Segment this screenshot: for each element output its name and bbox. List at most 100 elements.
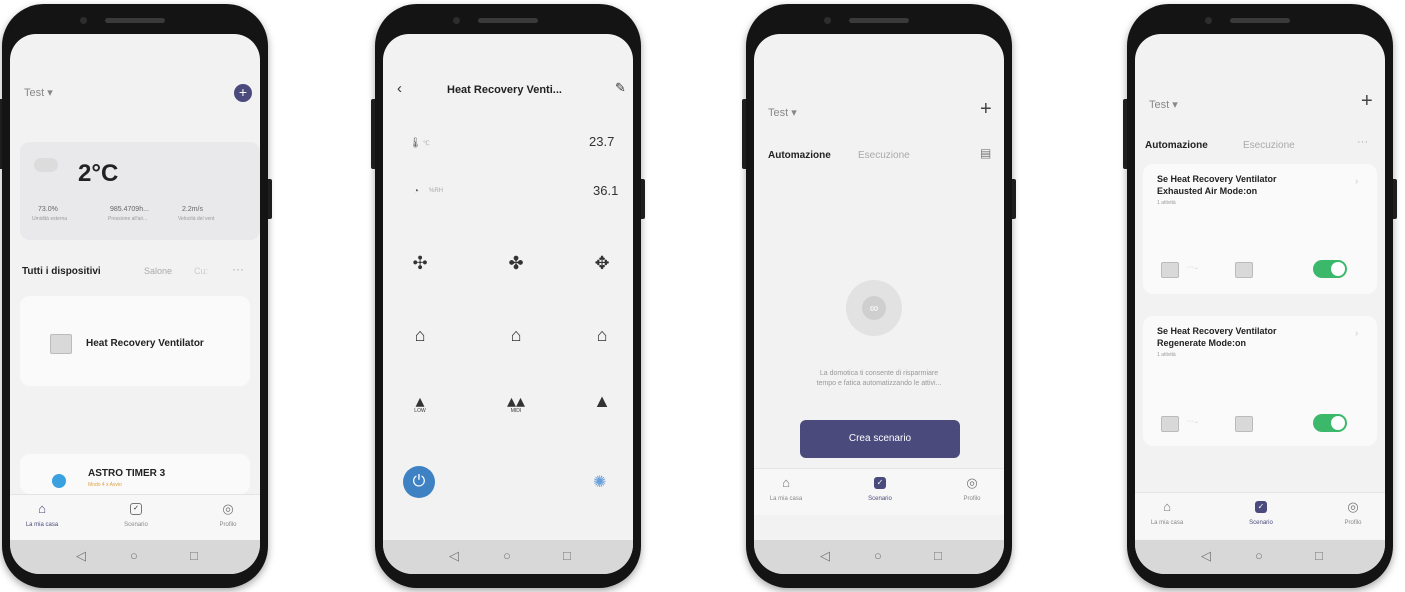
bottom-tab-bar: ⌂ La mia casa ✓ Scenario ◎ Profilo bbox=[754, 468, 1004, 515]
device-thumbnail bbox=[50, 334, 72, 354]
front-camera bbox=[824, 17, 831, 24]
device-title: Heat Recovery Venti... bbox=[447, 84, 562, 96]
tab-all-devices[interactable]: Tutti i dispositivi bbox=[22, 266, 101, 277]
speed-high-icon[interactable]: ▲ bbox=[589, 388, 615, 414]
speed-low-icon[interactable]: ▴ LOW bbox=[407, 388, 433, 414]
system-nav-bar: ◁ ○ □ bbox=[10, 540, 260, 574]
nav-label: Profilo bbox=[963, 496, 981, 502]
temp-unit: ℃ bbox=[423, 141, 430, 147]
system-nav-bar: ◁ ○ □ bbox=[383, 540, 633, 574]
nav-profile[interactable]: ◎ Profilo bbox=[942, 469, 1002, 515]
home-nav-icon[interactable]: ○ bbox=[1255, 548, 1263, 563]
settings-sun-icon[interactable]: ✺ bbox=[593, 472, 606, 492]
device-card-timer[interactable]: ASTRO TIMER 3 Modo 4 x Avvio bbox=[20, 454, 250, 494]
screen-scenario-empty: Test ▾ + Automazione Esecuzione ▤ ∞ La d… bbox=[754, 34, 1004, 574]
humidity-label: Umidità esterna bbox=[32, 216, 68, 222]
humidity-value: 36.1 bbox=[593, 183, 619, 198]
tab-salone[interactable]: Salone bbox=[144, 266, 172, 276]
document-icon[interactable]: ▤ bbox=[980, 146, 991, 160]
edit-icon[interactable]: ✎ bbox=[615, 80, 626, 96]
house-exhaust-icon[interactable]: ⌂ bbox=[407, 322, 433, 348]
rule-title-2: Exhausted Air Mode:on bbox=[1157, 186, 1258, 196]
tab-automazione[interactable]: Automazione bbox=[1145, 140, 1208, 151]
temp-value: 23.7 bbox=[589, 134, 615, 149]
recents-nav-icon[interactable]: □ bbox=[934, 548, 942, 563]
create-scenario-button[interactable]: Crea scenario bbox=[800, 420, 960, 458]
temperature: 2°C bbox=[78, 160, 119, 187]
nav-scenario[interactable]: ✓ Scenario bbox=[850, 469, 910, 515]
rule-title-2: Regenerate Mode:on bbox=[1157, 338, 1247, 348]
nav-home[interactable]: ⌂ La mia casa bbox=[1137, 493, 1197, 539]
more-icon[interactable]: ··· bbox=[1357, 136, 1368, 148]
nav-profile[interactable]: ◎ Profilo bbox=[1323, 493, 1383, 539]
power-icon[interactable]: ⏻ bbox=[403, 466, 435, 498]
recents-nav-icon[interactable]: □ bbox=[190, 548, 198, 563]
automation-card[interactable]: Se Heat Recovery Ventilator Exhausted Ai… bbox=[1143, 164, 1377, 294]
home-icon: ⌂ bbox=[782, 475, 790, 490]
device-thumbnail bbox=[1161, 262, 1179, 278]
tab-esecuzione[interactable]: Esecuzione bbox=[1243, 140, 1295, 151]
device-card-hrv[interactable]: Heat Recovery Ventilator bbox=[20, 296, 250, 386]
system-nav-bar: ◁ ○ □ bbox=[754, 540, 1004, 574]
home-selector[interactable]: Test ▾ bbox=[768, 106, 797, 119]
home-nav-icon[interactable]: ○ bbox=[874, 548, 882, 563]
empty-state-illustration: ∞ bbox=[846, 280, 902, 336]
nav-home[interactable]: ⌂ La mia casa bbox=[756, 469, 816, 515]
empty-state-text: La domotica ti consente di risparmiare bbox=[819, 370, 939, 377]
device-name: Heat Recovery Ventilator bbox=[86, 338, 204, 349]
nav-label: Profilo bbox=[1344, 520, 1362, 526]
arrow-icon: ⋯→ bbox=[1187, 419, 1199, 425]
tab-esecuzione[interactable]: Esecuzione bbox=[858, 150, 910, 161]
back-nav-icon[interactable]: ◁ bbox=[449, 548, 459, 564]
empty-state-text-2: tempo e fatica automatizzando le attivi.… bbox=[816, 380, 942, 387]
profile-icon: ◎ bbox=[1347, 499, 1359, 514]
nav-label: La mia casa bbox=[1150, 520, 1184, 526]
bottom-tab-bar: ⌂ La mia casa ✓ Scenario ◎ Profilo bbox=[10, 494, 260, 541]
home-icon: ⌂ bbox=[1163, 499, 1171, 514]
home-nav-icon[interactable]: ○ bbox=[130, 548, 138, 563]
back-nav-icon[interactable]: ◁ bbox=[76, 548, 86, 564]
nav-profile[interactable]: ◎ Profilo bbox=[198, 495, 258, 541]
scenario-icon: ✓ bbox=[1255, 501, 1267, 513]
rule-toggle[interactable] bbox=[1313, 260, 1347, 278]
device-name: ASTRO TIMER 3 bbox=[88, 468, 166, 479]
nav-label: La mia casa bbox=[25, 522, 59, 528]
back-icon[interactable]: ‹ bbox=[397, 80, 402, 97]
front-camera bbox=[1205, 17, 1212, 24]
speed-low-label: LOW bbox=[414, 408, 426, 414]
scenario-icon: ✓ bbox=[874, 477, 886, 489]
back-nav-icon[interactable]: ◁ bbox=[1201, 548, 1211, 564]
device-thumbnail bbox=[1235, 262, 1253, 278]
nav-label: Scenario bbox=[124, 522, 148, 528]
home-selector[interactable]: Test ▾ bbox=[24, 86, 53, 99]
home-selector[interactable]: Test ▾ bbox=[1149, 98, 1178, 111]
add-icon[interactable]: + bbox=[1361, 90, 1373, 113]
nav-scenario[interactable]: ✓ Scenario bbox=[106, 495, 166, 541]
automation-card[interactable]: Se Heat Recovery Ventilator Regenerate M… bbox=[1143, 316, 1377, 446]
recents-nav-icon[interactable]: □ bbox=[563, 548, 571, 563]
nav-scenario[interactable]: ✓ Scenario bbox=[1231, 493, 1291, 539]
fan-low-icon[interactable]: ✣ bbox=[407, 250, 433, 276]
nav-home[interactable]: ⌂ La mia casa bbox=[12, 495, 72, 541]
add-icon[interactable]: + bbox=[980, 98, 992, 121]
home-nav-icon[interactable]: ○ bbox=[503, 548, 511, 563]
tab-automazione[interactable]: Automazione bbox=[768, 150, 831, 161]
tab-cucina[interactable]: Cu: bbox=[194, 266, 208, 276]
fan-high-icon[interactable]: ✥ bbox=[589, 250, 615, 276]
rule-count: 1 attività bbox=[1157, 352, 1176, 358]
more-icon[interactable]: ··· bbox=[232, 262, 244, 276]
back-nav-icon[interactable]: ◁ bbox=[820, 548, 830, 564]
recents-nav-icon[interactable]: □ bbox=[1315, 548, 1323, 563]
screen-scenario-list: Test ▾ + Automazione Esecuzione ··· Se H… bbox=[1135, 34, 1385, 574]
rule-toggle[interactable] bbox=[1313, 414, 1347, 432]
weather-card: 2°C 73.0% Umidità esterna 985.4709h... P… bbox=[20, 142, 260, 240]
phone-scenario-empty: Test ▾ + Automazione Esecuzione ▤ ∞ La d… bbox=[742, 4, 1016, 588]
speed-mid-label: MIDI bbox=[510, 408, 522, 414]
arrow-icon: ⋯→ bbox=[1187, 265, 1199, 271]
phone-device: ‹ Heat Recovery Venti... ✎ 🌡 ℃ 23.7 ◔ %R… bbox=[371, 4, 645, 588]
house-fresh-icon[interactable]: ⌂ bbox=[503, 322, 529, 348]
fan-mid-icon[interactable]: ✤ bbox=[503, 250, 529, 276]
house-regenerate-icon[interactable]: ⌂ bbox=[589, 322, 615, 348]
speed-mid-icon[interactable]: ▴▴ MIDI bbox=[503, 388, 529, 414]
add-icon[interactable]: + bbox=[234, 84, 252, 102]
